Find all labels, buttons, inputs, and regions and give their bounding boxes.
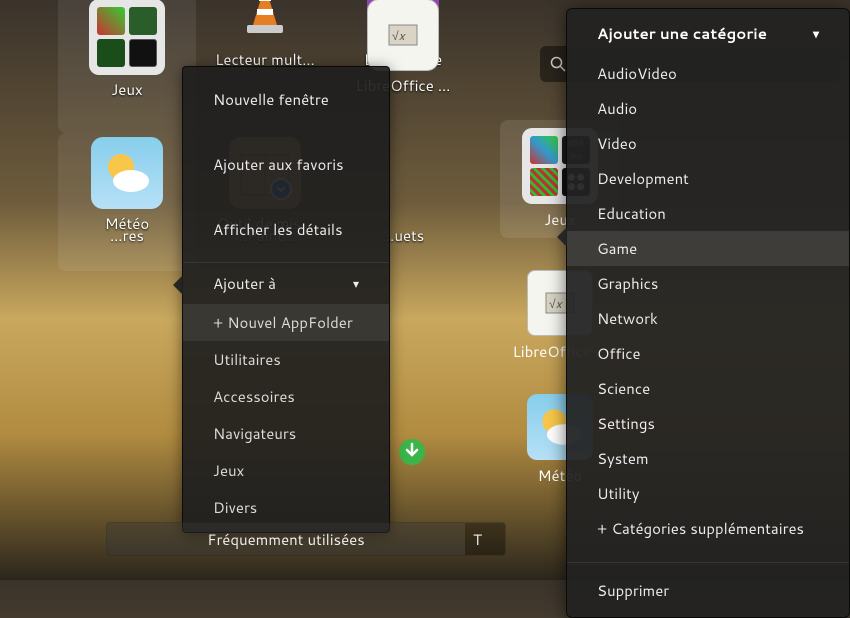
tab-other[interactable]: T	[465, 523, 505, 555]
cat-header[interactable]: Ajouter une catégorie ▾	[567, 9, 849, 56]
cat-game[interactable]: Game	[567, 231, 849, 266]
cat-education[interactable]: Education	[567, 196, 849, 231]
app-label: Météo	[105, 213, 150, 234]
lo-math-icon: √x	[367, 0, 439, 71]
menu-arrow-icon	[173, 275, 183, 295]
ctx-add-favorites[interactable]: Ajouter aux favoris	[183, 132, 389, 197]
weather-icon	[91, 137, 163, 209]
ctx-new-window[interactable]: Nouvelle fenêtre	[183, 67, 389, 132]
cat-development[interactable]: Development	[567, 161, 849, 196]
chevron-down-icon: ▾	[353, 275, 359, 292]
context-menu: Nouvelle fenêtre Ajouter aux favoris Aff…	[182, 66, 390, 533]
ctx-sub-utilitaires[interactable]: Utilitaires	[183, 341, 389, 378]
cat-settings[interactable]: Settings	[567, 406, 849, 441]
cat-audio[interactable]: Audio	[567, 91, 849, 126]
chevron-down-icon: ▾	[813, 25, 819, 42]
bottom-tabs: Fréquemment utilisées T	[106, 522, 506, 556]
ctx-sub-accessoires[interactable]: Accessoires	[183, 378, 389, 415]
cat-system[interactable]: System	[567, 441, 849, 476]
app-tile-jeux[interactable]: Jeux	[58, 0, 196, 133]
cat-more[interactable]: + Catégories supplémentaires	[567, 511, 849, 546]
menu-arrow-icon	[557, 227, 567, 247]
cat-audiovideo[interactable]: AudioVideo	[567, 56, 849, 91]
cat-video[interactable]: Video	[567, 126, 849, 161]
svg-text:√x: √x	[549, 295, 564, 312]
vlc-icon	[229, 0, 301, 45]
app-label: Jeux	[111, 79, 142, 100]
cat-graphics[interactable]: Graphics	[567, 266, 849, 301]
ctx-add-to-label: Ajouter à	[213, 273, 276, 294]
separator	[567, 562, 849, 563]
search-icon	[550, 56, 566, 72]
desktop: Jeux Lecteur mult… B LibreOffice √x Libr…	[0, 0, 850, 580]
ctx-new-appfolder[interactable]: + Nouvel AppFolder	[183, 304, 389, 341]
cat-office[interactable]: Office	[567, 336, 849, 371]
cat-network[interactable]: Network	[567, 301, 849, 336]
cat-utility[interactable]: Utility	[567, 476, 849, 511]
ctx-sub-navigateurs[interactable]: Navigateurs	[183, 415, 389, 452]
ctx-sub-jeux[interactable]: Jeux	[183, 452, 389, 489]
folder-icon	[89, 0, 165, 75]
svg-text:√x: √x	[392, 27, 407, 44]
cat-header-label: Ajouter une catégorie	[597, 23, 767, 44]
app-tile-meteo[interactable]: Météo	[58, 133, 196, 271]
ctx-show-details[interactable]: Afficher les détails	[183, 197, 389, 262]
cat-science[interactable]: Science	[567, 371, 849, 406]
tab-frequently-used[interactable]: Fréquemment utilisées	[107, 523, 465, 555]
category-menu: Ajouter une catégorie ▾ AudioVideo Audio…	[566, 8, 850, 618]
ctx-add-to[interactable]: Ajouter à ▾	[183, 263, 389, 304]
download-badge-icon	[398, 438, 426, 466]
